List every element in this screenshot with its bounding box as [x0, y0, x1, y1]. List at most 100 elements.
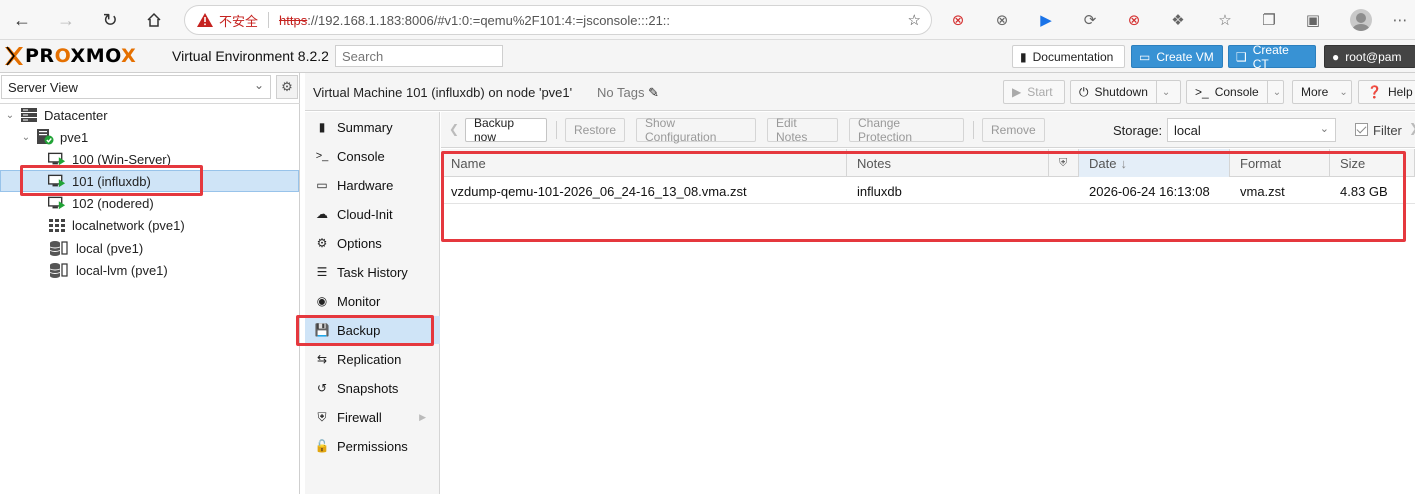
nav-permissions[interactable]: 🔓 Permissions	[305, 432, 440, 460]
chevron-down-icon[interactable]: ⌄	[1266, 81, 1281, 103]
profile-avatar[interactable]	[1350, 9, 1372, 31]
restore-button[interactable]: Restore	[565, 118, 625, 142]
cell-name: vzdump-qemu-101-2026_06_24-16_13_08.vma.…	[451, 183, 747, 199]
tree-item-storage-local-lvm[interactable]: local-lvm (pve1)	[0, 259, 299, 281]
storage-select[interactable]: local ⌄	[1167, 118, 1336, 142]
favorites-icon[interactable]: ☆	[1215, 10, 1235, 30]
view-selector[interactable]: Server View ⌄	[1, 75, 271, 99]
nav-backup[interactable]: 💾 Backup	[305, 316, 440, 344]
extension-icon-4[interactable]: ⊗	[1124, 10, 1144, 30]
cell-format: vma.zst	[1240, 183, 1285, 199]
change-protection-button[interactable]: Change Protection	[849, 116, 964, 144]
backup-now-button[interactable]: Backup now	[465, 116, 547, 144]
nav-replication[interactable]: ⇆ Replication	[305, 345, 440, 373]
forward-icon[interactable]: →	[54, 8, 78, 32]
pencil-icon[interactable]: ✎	[648, 85, 659, 100]
more-menu-icon[interactable]: ⋯	[1390, 10, 1410, 30]
shutdown-button[interactable]: ⏻ Shutdown ⌄	[1070, 80, 1181, 104]
version-label: Virtual Environment 8.2.2	[172, 48, 329, 64]
logo-text: PROXMOX	[25, 45, 136, 67]
tree-item-label: local-lvm (pve1)	[76, 262, 168, 278]
nav-options[interactable]: ⚙ Options	[305, 229, 440, 257]
logo-text-accent: X	[121, 45, 137, 67]
nav-cloud-init[interactable]: ☁ Cloud-Init	[305, 200, 440, 228]
scroll-right-icon[interactable]: ❯	[1409, 121, 1415, 135]
user-menu-button[interactable]: ● root@pam	[1324, 45, 1415, 68]
toolbar-separator	[973, 121, 974, 139]
show-configuration-button[interactable]: Show Configuration	[636, 116, 756, 144]
insecure-label[interactable]: 不安全	[219, 11, 258, 30]
browser-toolbar: ← → ↻ 不安全 https://192.168.1.183:8006/#v1…	[0, 0, 1415, 40]
nav-firewall[interactable]: ⛨ Firewall ▶	[305, 403, 440, 431]
chevron-down-icon: ⌄	[1339, 86, 1348, 98]
chevron-down-icon[interactable]: ⌄	[1155, 81, 1170, 103]
column-header-name[interactable]: Name	[441, 149, 847, 177]
address-bar[interactable]: 不安全 https://192.168.1.183:8006/#v1:0:=qe…	[184, 5, 932, 35]
nav-console[interactable]: >_ Console	[305, 142, 440, 170]
tree-item-label: 101 (influxdb)	[72, 173, 151, 189]
cube-icon: ❑	[1236, 49, 1247, 64]
profile-switch-icon[interactable]: ▣	[1303, 10, 1323, 30]
column-header-label: Name	[451, 155, 486, 171]
expand-arrow-icon: ▶	[419, 411, 426, 422]
tree-item-localnetwork[interactable]: localnetwork (pve1)	[0, 214, 299, 236]
collections-icon[interactable]: ❐	[1259, 10, 1279, 30]
proxmox-logo[interactable]: PROXMOX	[4, 44, 136, 68]
column-header-protected[interactable]: ⛨	[1049, 149, 1079, 177]
start-button[interactable]: ▶ Start	[1003, 80, 1065, 104]
tree-item-pve1[interactable]: ⌄ pve1	[0, 126, 299, 148]
column-header-notes[interactable]: Notes	[847, 149, 1049, 177]
column-header-date[interactable]: Date ↓	[1079, 149, 1230, 177]
change-protection-label: Change Protection	[858, 116, 913, 144]
create-vm-button[interactable]: ▭ Create VM	[1131, 45, 1223, 68]
tree-item-vm-100[interactable]: 100 (Win-Server)	[0, 148, 299, 170]
collapse-icon[interactable]: ⌄	[4, 110, 16, 121]
nav-summary[interactable]: ▮ Summary	[305, 113, 440, 141]
remove-button[interactable]: Remove	[982, 118, 1045, 142]
nav-snapshots[interactable]: ↺ Snapshots	[305, 374, 440, 402]
nav-label: Backup	[337, 322, 381, 338]
proxmox-header: PROXMOX Virtual Environment 8.2.2 ▮ Docum…	[0, 40, 1415, 73]
help-button[interactable]: ❓ Help	[1358, 80, 1415, 104]
reload-icon[interactable]: ↻	[98, 8, 122, 32]
column-header-label: Notes	[857, 155, 891, 171]
documentation-button[interactable]: ▮ Documentation	[1012, 45, 1125, 68]
create-ct-button[interactable]: ❑ Create CT	[1228, 43, 1316, 71]
logo-text-accent: O	[54, 45, 71, 67]
tree-item-vm-102[interactable]: 102 (nodered)	[0, 192, 299, 214]
home-icon[interactable]	[142, 8, 166, 32]
extension-icon-2[interactable]: ⊗	[992, 10, 1012, 30]
tree-item-datacenter[interactable]: ⌄ Datacenter	[0, 104, 299, 126]
tree-item-vm-101[interactable]: 101 (influxdb)	[0, 170, 299, 192]
filter-checkbox[interactable]	[1355, 123, 1368, 136]
edit-notes-button[interactable]: Edit Notes	[767, 116, 838, 144]
tree-item-storage-local[interactable]: local (pve1)	[0, 237, 299, 259]
gear-icon[interactable]: ⚙	[276, 75, 298, 99]
sort-descending-icon: ↓	[1120, 155, 1127, 171]
back-icon[interactable]: ←	[10, 8, 34, 32]
tree-item-label: pve1	[60, 129, 89, 145]
terminal-icon: >_	[315, 150, 329, 162]
page-title: Virtual Machine 101 (influxdb) on node '…	[313, 85, 573, 100]
favorite-star-icon[interactable]: ☆	[908, 11, 921, 29]
table-row[interactable]: vzdump-qemu-101-2026_06_24-16_13_08.vma.…	[441, 178, 1415, 204]
nav-label: Firewall	[337, 409, 382, 425]
nav-task-history[interactable]: ☰ Task History	[305, 258, 440, 286]
extension-icon-3[interactable]: ⟳	[1080, 10, 1100, 30]
scroll-left-icon[interactable]: ❮	[449, 122, 459, 136]
column-header-size[interactable]: Size	[1330, 149, 1415, 177]
nav-hardware[interactable]: ▭ Hardware	[305, 171, 440, 199]
collapse-icon[interactable]: ⌄	[20, 132, 32, 143]
play-extension-icon[interactable]: ▶	[1036, 10, 1056, 30]
extension-icon-1[interactable]: ⊗	[948, 10, 968, 30]
tags-editor[interactable]: No Tags ✎	[597, 85, 659, 101]
console-button[interactable]: >_ Console ⌄	[1186, 80, 1284, 104]
more-button[interactable]: More ⌄	[1292, 80, 1352, 104]
nav-monitor[interactable]: ◉ Monitor	[305, 287, 440, 315]
column-header-format[interactable]: Format	[1230, 149, 1330, 177]
logo-text-part: PR	[25, 45, 55, 67]
column-header-label: Date	[1089, 155, 1117, 171]
puzzle-extensions-icon[interactable]: ❖	[1168, 10, 1188, 30]
toolbar-separator	[556, 121, 557, 139]
search-input[interactable]	[335, 45, 503, 67]
